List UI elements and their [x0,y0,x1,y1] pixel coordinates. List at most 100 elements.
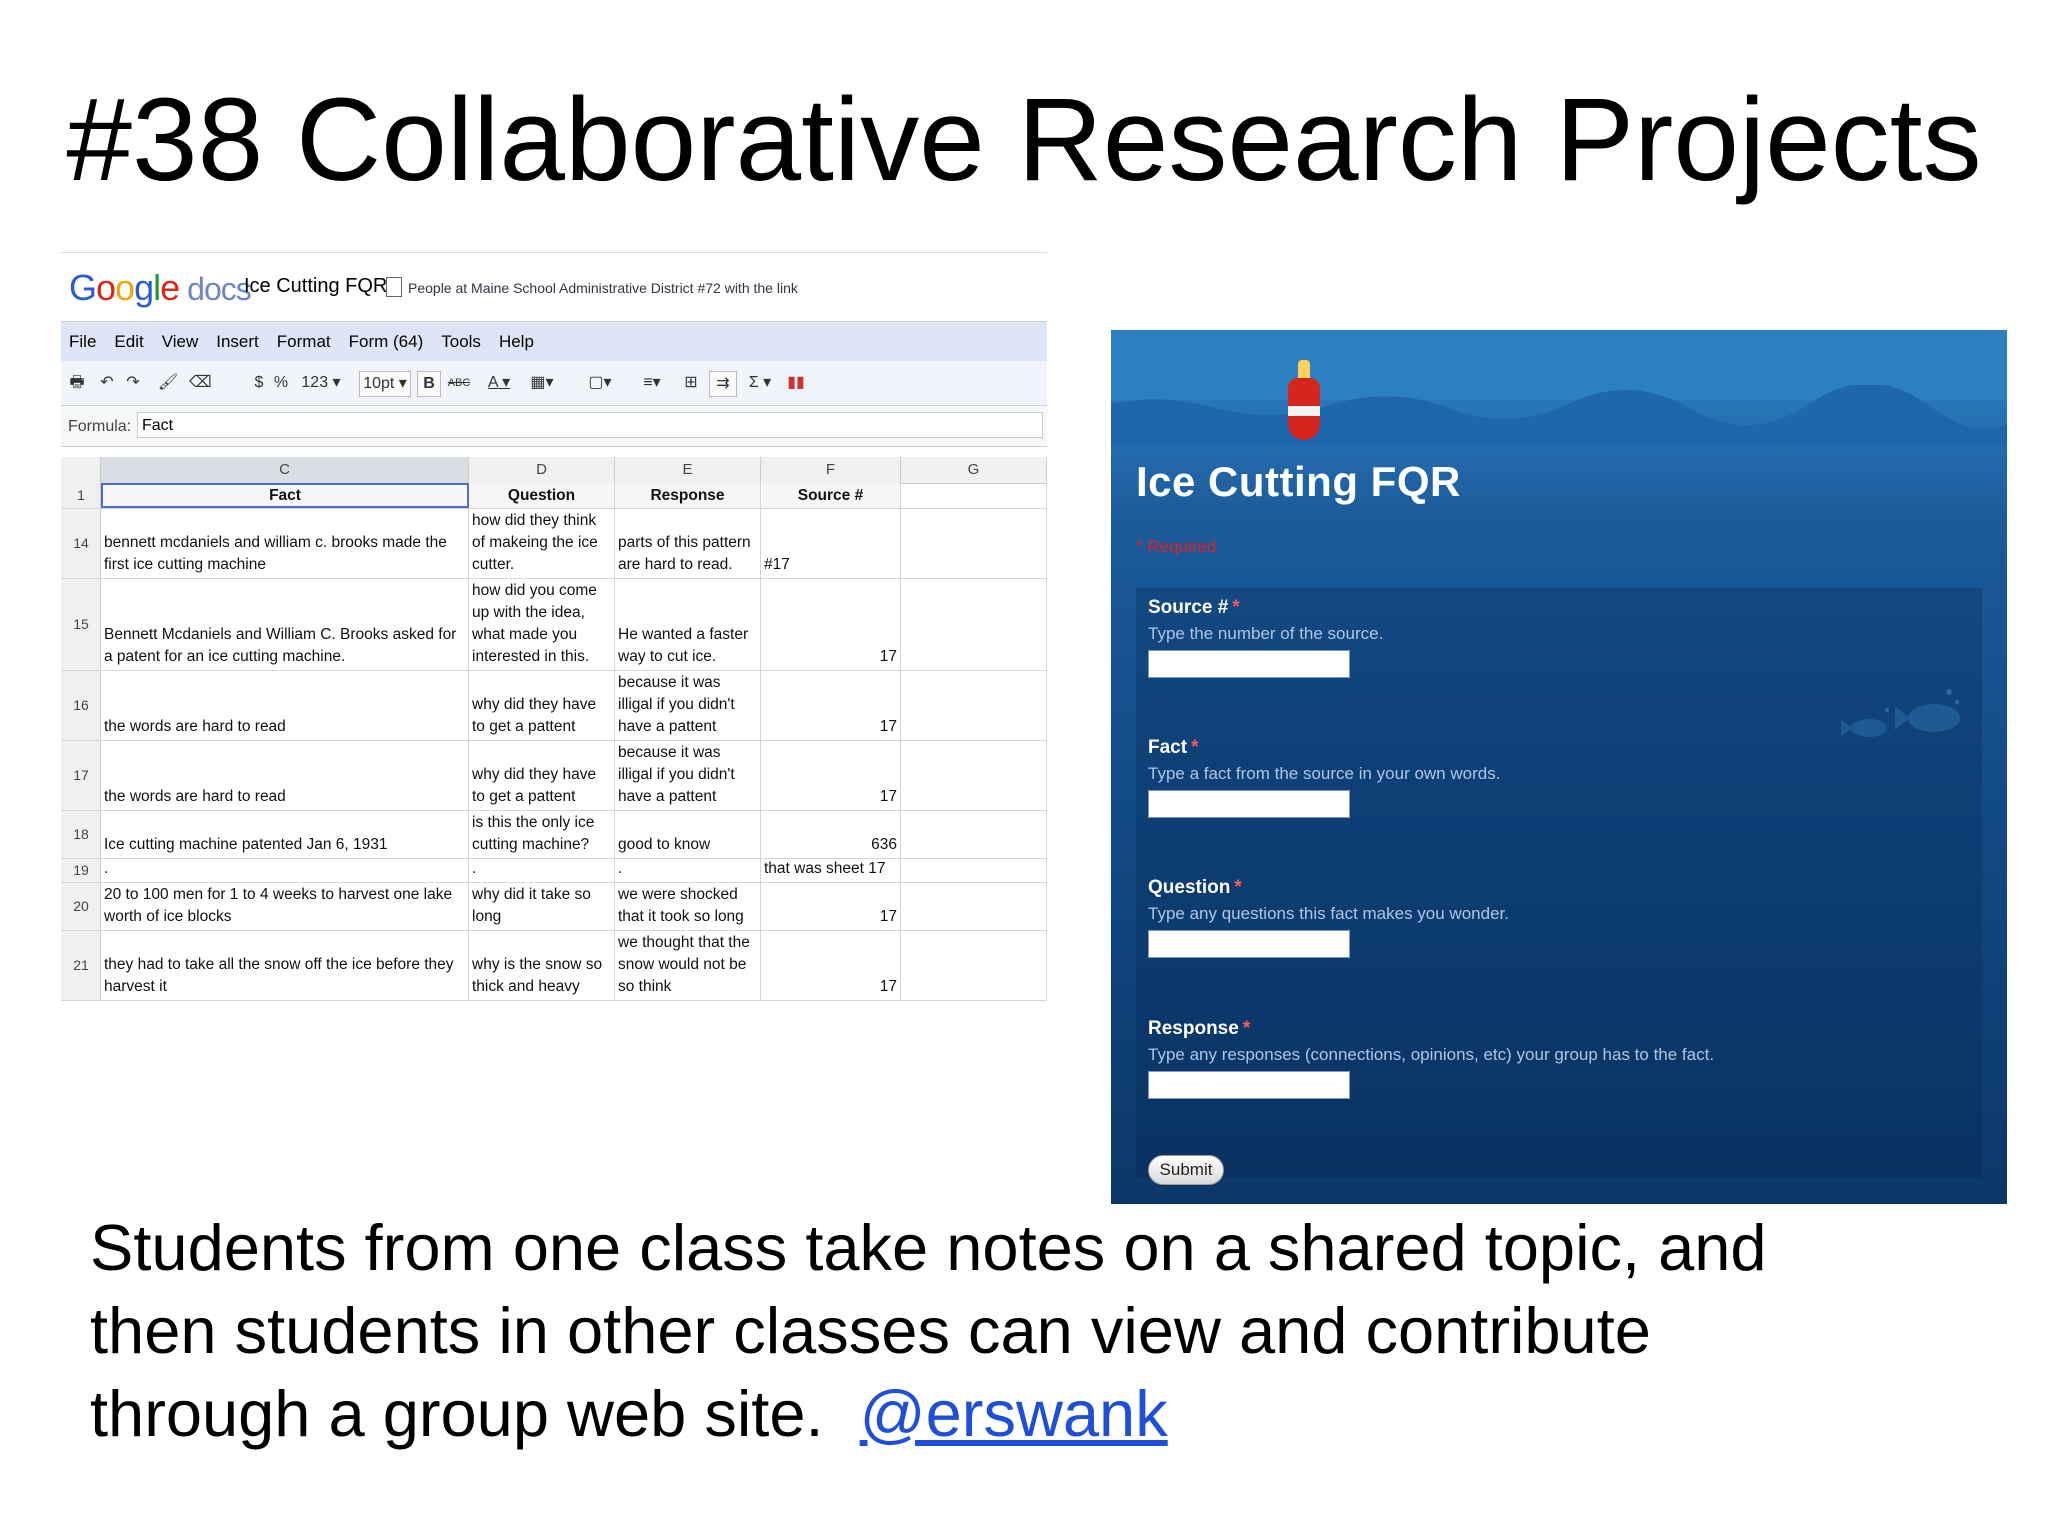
cell-question[interactable]: why did they have to get a pattent [469,741,615,810]
column-header-c[interactable]: C [101,457,469,483]
table-cell[interactable] [901,859,1047,882]
cell-source[interactable]: 17 [761,741,901,810]
cell-fact[interactable]: Bennett Mcdaniels and William C. Brooks … [101,579,469,670]
table-cell[interactable] [901,931,1047,1000]
form-title: Ice Cutting FQR [1136,458,1461,505]
menu-view[interactable]: View [162,322,199,362]
column-header-d[interactable]: D [469,457,615,483]
cell-question[interactable]: is this the only ice cutting machine? [469,811,615,858]
cell-question[interactable]: how did they think of makeing the ice cu… [469,509,615,578]
document-title[interactable]: Ice Cutting FQR [244,275,387,298]
cell-response[interactable]: because it was illigal if you didn't hav… [615,671,761,740]
cell-fact[interactable]: Ice cutting machine patented Jan 6, 1931 [101,811,469,858]
cell-question[interactable]: why is the snow so thick and heavy [469,931,615,1000]
row-number[interactable]: 18 [61,811,101,858]
cell-source[interactable]: 17 [761,579,901,670]
row-number[interactable]: 1 [61,483,101,508]
menu-format[interactable]: Format [277,322,331,362]
row-number[interactable]: 16 [61,671,101,740]
align-icon[interactable]: ≡▾ [635,371,669,395]
cell-response[interactable]: He wanted a faster way to cut ice. [615,579,761,670]
header-cell-question[interactable]: Question [469,483,615,508]
table-cell[interactable] [901,811,1047,858]
redo-icon[interactable]: ↷ [123,371,143,395]
column-header-g[interactable]: G [901,457,1047,483]
strikethrough-button[interactable]: ABC [445,371,473,395]
font-size-dropdown[interactable]: 10pt ▾ [359,371,411,397]
header-cell-source[interactable]: Source # [761,483,901,508]
menu-form[interactable]: Form (64) [349,322,424,362]
cell-fact[interactable]: they had to take all the snow off the ic… [101,931,469,1000]
print-icon[interactable]: 🖶 [67,371,87,395]
row-number[interactable]: 14 [61,509,101,578]
text-color-button[interactable]: A ▾ [481,371,517,395]
cell-source[interactable]: that was sheet 17 [761,859,901,882]
source-input[interactable] [1148,650,1350,678]
cell-response[interactable]: parts of this pattern are hard to read. [615,509,761,578]
cell-response[interactable]: good to know [615,811,761,858]
cell-source[interactable]: 636 [761,811,901,858]
row-number[interactable]: 20 [61,883,101,930]
row-number[interactable]: 19 [61,859,101,882]
fact-label: Fact * [1148,737,1199,758]
cell-fact[interactable]: the words are hard to read [101,741,469,810]
sum-dropdown[interactable]: Σ ▾ [743,371,777,395]
cell-response[interactable]: we thought that the snow would not be so… [615,931,761,1000]
twitter-handle-link[interactable]: @erswank [860,1377,1168,1450]
menu-tools[interactable]: Tools [441,322,481,362]
cell-fact[interactable]: . [101,859,469,882]
table-cell[interactable] [901,883,1047,930]
row-number[interactable]: 21 [61,931,101,1000]
fill-color-icon[interactable]: ▦▾ [525,371,559,395]
row-number[interactable]: 17 [61,741,101,810]
cell-response[interactable]: . [615,859,761,882]
question-input[interactable] [1148,930,1350,958]
google-docs-logo[interactable]: Google docs [69,267,252,309]
currency-button[interactable]: $ [251,371,267,395]
column-header-f[interactable]: F [761,457,901,483]
cell-question[interactable]: why did it take so long [469,883,615,930]
header-cell-response[interactable]: Response [615,483,761,508]
fact-input[interactable] [1148,790,1350,818]
cell-fact[interactable]: the words are hard to read [101,671,469,740]
table-cell[interactable] [901,741,1047,810]
cell-fact[interactable]: bennett mcdaniels and william c. brooks … [101,509,469,578]
header-cell-fact[interactable]: Fact [101,483,469,508]
paint-format-icon[interactable]: 🖌 [153,371,183,395]
table-cell[interactable] [901,483,1047,508]
cell-question[interactable]: how did you come up with the idea, what … [469,579,615,670]
bold-button[interactable]: B [417,371,441,397]
cell-source[interactable]: 17 [761,671,901,740]
cell-response[interactable]: we were shocked that it took so long [615,883,761,930]
cell-question[interactable]: why did they have to get a pattent [469,671,615,740]
menu-help[interactable]: Help [499,322,534,362]
cell-source[interactable]: 17 [761,883,901,930]
cell-response[interactable]: because it was illigal if you didn't hav… [615,741,761,810]
table-row: 19... that was sheet 17 [61,859,1047,883]
percent-button[interactable]: % [273,371,289,395]
sharing-status[interactable]: People at Maine School Administrative Di… [408,280,798,296]
menu-edit[interactable]: Edit [114,322,143,362]
chart-icon[interactable]: ▮▮ [783,371,809,395]
wrap-text-icon[interactable]: ⇉ [709,371,737,397]
row-number[interactable]: 15 [61,579,101,670]
response-input[interactable] [1148,1071,1350,1099]
cell-question[interactable]: . [469,859,615,882]
borders-icon[interactable]: ▢▾ [583,371,617,395]
undo-icon[interactable]: ↶ [97,371,117,395]
table-cell[interactable] [901,671,1047,740]
table-cell[interactable] [901,579,1047,670]
menu-file[interactable]: File [69,322,96,362]
submit-button[interactable]: Submit [1148,1155,1224,1185]
menu-insert[interactable]: Insert [216,322,259,362]
cell-fact[interactable]: 20 to 100 men for 1 to 4 weeks to harves… [101,883,469,930]
number-format-dropdown[interactable]: 123 ▾ [297,371,345,395]
cell-source[interactable]: #17 [761,509,901,578]
column-header-e[interactable]: E [615,457,761,483]
formula-input[interactable]: Fact [137,412,1043,438]
clear-format-icon[interactable]: ⌫ [189,371,212,395]
table-cell[interactable] [901,509,1047,578]
merge-cells-icon[interactable]: ⊞ [679,371,703,395]
cell-source[interactable]: 17 [761,931,901,1000]
corner-cell[interactable] [61,457,101,483]
